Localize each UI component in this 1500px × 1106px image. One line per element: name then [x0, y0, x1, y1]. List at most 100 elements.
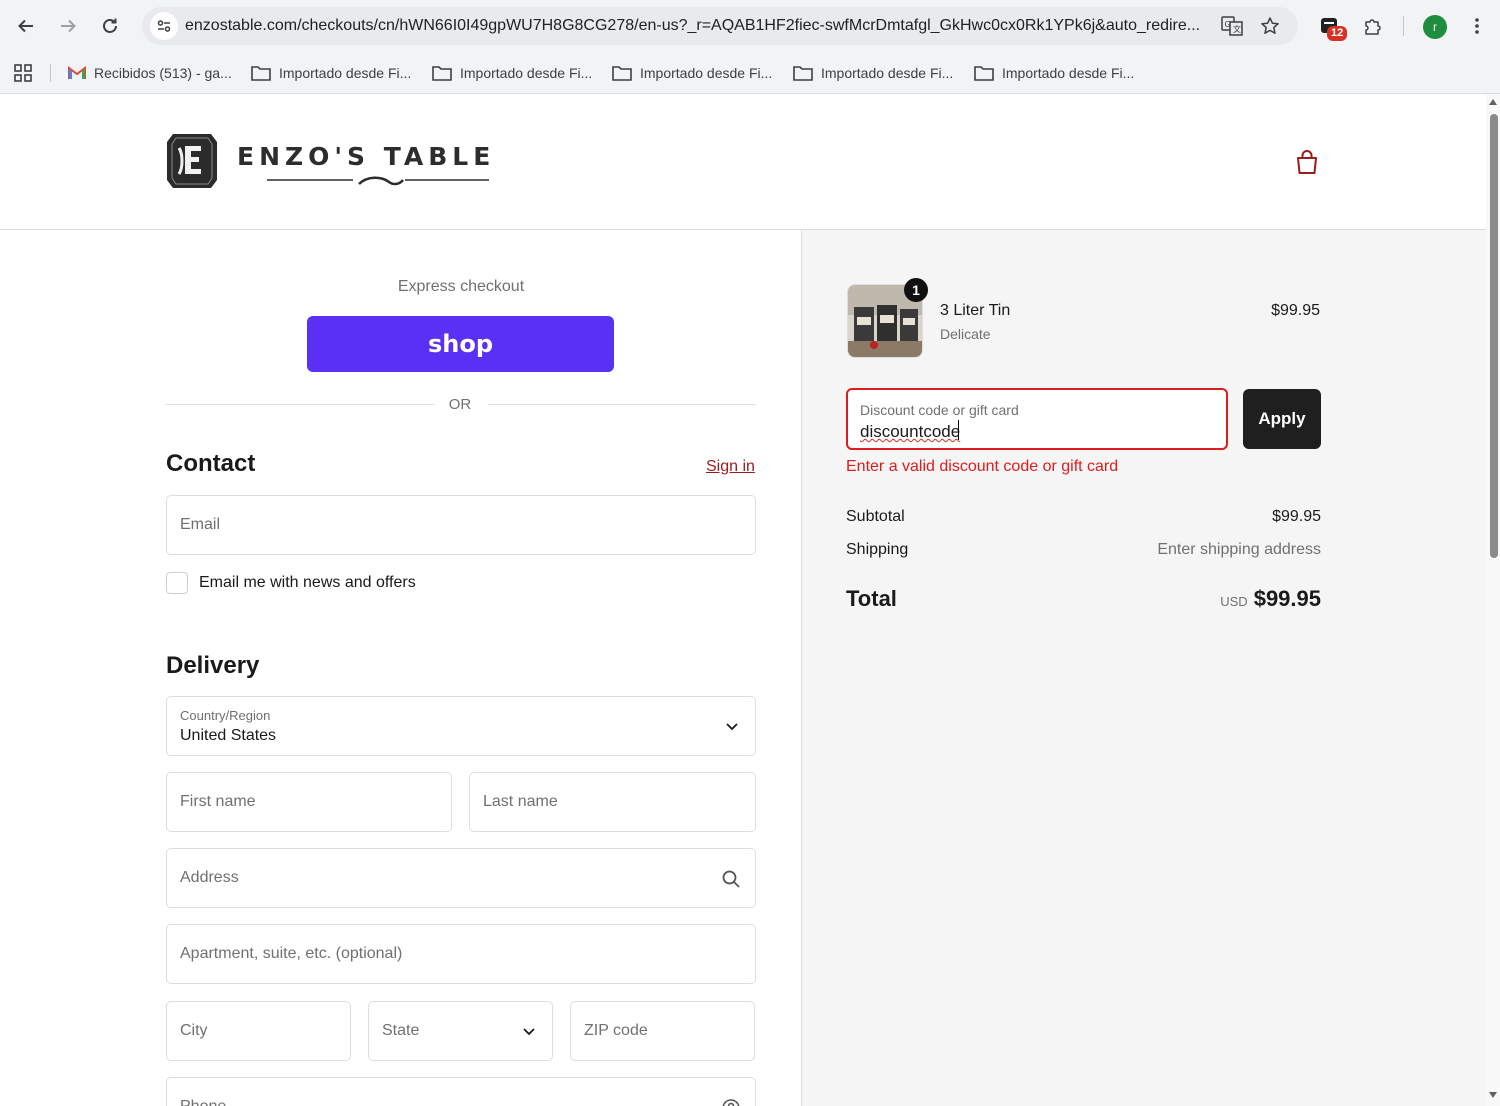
- total-amount: USD $99.95: [1100, 586, 1321, 612]
- bookmark-star-icon[interactable]: [1258, 15, 1282, 37]
- bookmark-folder[interactable]: Importado desde Fi...: [612, 62, 772, 84]
- apartment-placeholder: Apartment, suite, etc. (optional): [180, 945, 403, 962]
- bookmark-folder[interactable]: Importado desde Fi...: [251, 62, 411, 84]
- country-select[interactable]: Country/Region United States: [166, 696, 756, 756]
- sign-in-link[interactable]: Sign in: [706, 458, 755, 476]
- discount-label: Discount code or gift card: [860, 402, 1019, 418]
- scroll-up-arrow-icon[interactable]: [1489, 99, 1497, 105]
- total-value: $99.95: [1253, 586, 1321, 611]
- last-name-placeholder: Last name: [483, 793, 558, 810]
- brand-name: ENZO'S TABLE: [237, 142, 496, 171]
- quantity-badge: 1: [904, 278, 928, 302]
- delivery-title: Delivery: [166, 652, 260, 679]
- folder-icon: [432, 66, 452, 81]
- gmail-icon: [68, 66, 86, 79]
- bookmark-label: Importado desde Fi...: [279, 65, 412, 81]
- chevron-down-icon: [726, 723, 738, 731]
- bookmark-label: Importado desde Fi...: [460, 65, 593, 81]
- newsletter-label: Email me with news and offers: [199, 574, 416, 591]
- bookmark-folder[interactable]: Importado desde Fi...: [974, 62, 1134, 84]
- state-select[interactable]: State: [368, 1001, 553, 1061]
- bookmark-gmail[interactable]: Recibidos (513) - ga...: [68, 62, 232, 84]
- email-field[interactable]: Email: [166, 495, 756, 555]
- address-bar[interactable]: enzostable.com/checkouts/cn/hWN66I0I49gp…: [142, 7, 1298, 45]
- search-icon: [722, 870, 740, 888]
- address-field[interactable]: Address: [166, 848, 756, 908]
- state-placeholder: State: [382, 1022, 420, 1039]
- or-divider: OR: [448, 396, 472, 413]
- phone-placeholder: Phone: [180, 1098, 226, 1106]
- folder-icon: [251, 66, 271, 81]
- back-arrow-icon[interactable]: [12, 12, 40, 40]
- bookmark-label: Recibidos (513) - ga...: [94, 65, 232, 81]
- shipping-value: Enter shipping address: [1157, 541, 1321, 558]
- email-placeholder: Email: [180, 516, 221, 533]
- reload-icon[interactable]: [96, 12, 124, 40]
- subtotal-value: $99.95: [1272, 508, 1321, 525]
- forward-arrow-icon[interactable]: [54, 12, 82, 40]
- help-circle-icon[interactable]: [721, 1098, 741, 1106]
- profile-avatar[interactable]: r: [1423, 15, 1447, 39]
- item-name: 3 Liter Tin: [940, 302, 1011, 319]
- apply-button[interactable]: Apply: [1243, 389, 1321, 449]
- last-name-field[interactable]: Last name: [469, 772, 756, 832]
- zip-field[interactable]: ZIP code: [570, 1001, 755, 1061]
- divider-line: [488, 404, 756, 405]
- bookmark-label: Importado desde Fi...: [640, 65, 773, 81]
- logo-flourish: [267, 176, 489, 186]
- scroll-down-arrow-icon[interactable]: [1489, 1092, 1497, 1098]
- site-settings-icon[interactable]: [150, 12, 178, 40]
- apartment-field[interactable]: Apartment, suite, etc. (optional): [166, 924, 756, 984]
- bookmark-folder[interactable]: Importado desde Fi...: [793, 62, 953, 84]
- bookmark-folder[interactable]: Importado desde Fi...: [432, 62, 592, 84]
- phone-field[interactable]: Phone: [166, 1077, 756, 1106]
- logo-shield-icon: [167, 134, 217, 188]
- bookmarks-bar: Recibidos (513) - ga... Importado desde …: [0, 52, 1500, 94]
- total-currency: USD: [1220, 594, 1248, 609]
- discount-code-field[interactable]: Discount code or gift card discountcode: [846, 388, 1228, 450]
- shop-pay-button[interactable]: shop: [307, 316, 614, 372]
- zip-placeholder: ZIP code: [584, 1022, 648, 1039]
- svg-text:G: G: [1225, 20, 1231, 29]
- divider-line: [166, 404, 434, 405]
- brand-logo[interactable]: ENZO'S TABLE: [165, 132, 519, 190]
- shipping-label: Shipping: [846, 541, 909, 558]
- order-summary-panel: [801, 230, 1486, 1106]
- express-checkout-label: Express checkout: [397, 278, 525, 295]
- folder-icon: [612, 66, 632, 81]
- url-text[interactable]: enzostable.com/checkouts/cn/hWN66I0I49gp…: [185, 17, 1215, 35]
- extension-badge: 12: [1327, 26, 1348, 41]
- checkout-page: ENZO'S TABLE Express checkout shop OR Co…: [0, 94, 1486, 1106]
- folder-icon: [793, 66, 813, 81]
- first-name-placeholder: First name: [180, 793, 256, 810]
- discount-value: discountcode: [860, 422, 961, 441]
- kebab-menu-icon[interactable]: [1464, 13, 1490, 39]
- logo-wordmark: ENZO'S TABLE: [237, 132, 519, 190]
- toolbar-separator: [1403, 16, 1404, 36]
- discount-error: Enter a valid discount code or gift card: [846, 458, 1119, 475]
- apps-grid-icon[interactable]: [14, 62, 32, 84]
- bookmark-label: Importado desde Fi...: [1002, 65, 1135, 81]
- city-field[interactable]: City: [166, 1001, 351, 1061]
- item-price: $99.95: [1271, 302, 1320, 319]
- country-value: United States: [180, 727, 277, 744]
- text-caret: [958, 420, 959, 440]
- chevron-down-icon: [523, 1028, 535, 1036]
- first-name-field[interactable]: First name: [166, 772, 452, 832]
- bookmark-label: Importado desde Fi...: [821, 65, 954, 81]
- contact-title: Contact: [166, 450, 256, 477]
- translate-icon[interactable]: G文: [1220, 15, 1244, 37]
- site-header: ENZO'S TABLE: [0, 94, 1486, 230]
- shopping-bag-icon[interactable]: [1293, 148, 1321, 176]
- total-label: Total: [846, 586, 897, 611]
- address-placeholder: Address: [180, 869, 239, 886]
- scroll-thumb[interactable]: [1490, 114, 1498, 558]
- page-scrollbar[interactable]: [1486, 94, 1500, 1106]
- puzzle-extensions-icon[interactable]: [1360, 13, 1386, 39]
- newsletter-checkbox[interactable]: [166, 572, 188, 594]
- bookmarks-separator: [50, 64, 51, 82]
- svg-text:文: 文: [1233, 24, 1241, 34]
- item-variant: Delicate: [940, 326, 991, 342]
- country-label: Country/Region: [180, 708, 271, 723]
- subtotal-label: Subtotal: [846, 508, 905, 525]
